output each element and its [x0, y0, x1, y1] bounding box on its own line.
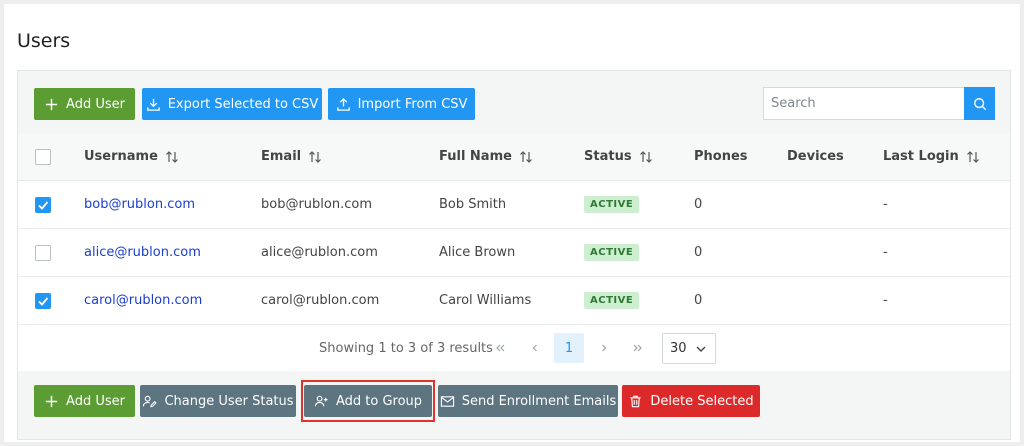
header-last-login[interactable]: Last Login	[883, 133, 980, 180]
add-user-label: Add User	[66, 393, 125, 409]
add-user-button-top[interactable]: Add User	[34, 88, 135, 120]
chevron-down-icon	[696, 346, 706, 352]
status-badge: ACTIVE	[584, 244, 640, 261]
users-table: Username Email Full Name Status Phones D…	[18, 133, 1010, 325]
mail-icon	[440, 395, 454, 407]
next-page-button[interactable]	[589, 333, 619, 363]
header-status-label: Status	[584, 149, 632, 164]
sort-icon	[639, 150, 653, 164]
trash-icon	[630, 395, 642, 407]
upload-icon	[336, 97, 350, 111]
select-all-cell	[35, 133, 51, 180]
header-email[interactable]: Email	[261, 133, 322, 180]
export-csv-label: Export Selected to CSV	[167, 96, 319, 112]
highlight-box	[301, 380, 435, 422]
sort-icon	[308, 150, 322, 164]
email-cell: bob@rublon.com	[261, 197, 372, 212]
phones-cell: 0	[694, 197, 703, 212]
email-cell: alice@rublon.com	[261, 245, 378, 260]
first-page-button[interactable]	[485, 333, 515, 363]
header-phones: Phones	[694, 133, 748, 180]
pagination: Showing 1 to 3 of 3 results 1 30	[18, 325, 1010, 371]
search-box	[763, 87, 995, 120]
search-input[interactable]	[763, 87, 964, 120]
import-csv-label: Import From CSV	[357, 96, 468, 112]
header-full-name[interactable]: Full Name	[439, 133, 533, 180]
header-username[interactable]: Username	[84, 133, 179, 180]
page-size-select[interactable]: 30	[662, 333, 716, 364]
import-csv-button[interactable]: Import From CSV	[328, 88, 475, 120]
users-page: Users Add User Export Selected to CSV Im…	[4, 4, 1020, 442]
chevron-right-icon	[602, 344, 607, 352]
last-login-cell: -	[883, 293, 888, 308]
header-devices-label: Devices	[787, 149, 844, 164]
check-icon	[38, 296, 49, 306]
header-last-login-label: Last Login	[883, 149, 959, 164]
row-select-cell	[35, 277, 51, 324]
phones-cell: 0	[694, 293, 703, 308]
phones-cell: 0	[694, 245, 703, 260]
full-name-cell: Alice Brown	[439, 245, 516, 260]
table-row: carol@rublon.com carol@rublon.com Carol …	[18, 277, 1010, 325]
send-enrollment-emails-label: Send Enrollment Emails	[461, 393, 617, 409]
export-csv-button[interactable]: Export Selected to CSV	[142, 88, 322, 120]
delete-selected-label: Delete Selected	[650, 393, 754, 409]
users-panel: Add User Export Selected to CSV Import F…	[17, 70, 1011, 440]
row-checkbox[interactable]	[35, 292, 51, 309]
pagination-info: Showing 1 to 3 of 3 results	[319, 341, 493, 356]
prev-page-button[interactable]	[520, 333, 550, 363]
full-name-cell: Carol Williams	[439, 293, 532, 308]
change-user-status-label: Change User Status	[164, 393, 294, 409]
search-icon	[973, 97, 986, 110]
sort-icon	[966, 150, 980, 164]
last-login-cell: -	[883, 245, 888, 260]
add-user-label: Add User	[66, 96, 125, 112]
double-chevron-left-icon	[496, 344, 505, 352]
page-number-button[interactable]: 1	[554, 333, 584, 363]
select-all-checkbox[interactable]	[35, 148, 51, 165]
username-link[interactable]: alice@rublon.com	[84, 245, 201, 260]
header-devices: Devices	[787, 133, 844, 180]
username-link[interactable]: carol@rublon.com	[84, 293, 202, 308]
sort-icon	[165, 150, 179, 164]
sort-icon	[519, 150, 533, 164]
add-user-button-bottom[interactable]: Add User	[34, 385, 135, 417]
full-name-cell: Bob Smith	[439, 197, 507, 212]
page-title: Users	[17, 30, 71, 52]
row-select-cell	[35, 181, 51, 228]
email-cell: carol@rublon.com	[261, 293, 380, 308]
search-button[interactable]	[964, 87, 995, 120]
header-email-label: Email	[261, 149, 302, 164]
header-full-name-label: Full Name	[439, 149, 512, 164]
plus-icon	[45, 98, 58, 110]
status-badge: ACTIVE	[584, 196, 640, 213]
send-enrollment-emails-button[interactable]: Send Enrollment Emails	[438, 385, 618, 417]
check-icon	[38, 200, 49, 210]
delete-selected-button[interactable]: Delete Selected	[622, 385, 760, 417]
chevron-left-icon	[532, 344, 537, 352]
page-size-value: 30	[670, 341, 687, 356]
table-header: Username Email Full Name Status Phones D…	[18, 133, 1010, 181]
table-row: alice@rublon.com alice@rublon.com Alice …	[18, 229, 1010, 277]
header-status[interactable]: Status	[584, 133, 653, 180]
download-icon	[146, 98, 160, 111]
last-page-button[interactable]	[623, 333, 653, 363]
row-select-cell	[35, 229, 51, 276]
plus-icon	[45, 395, 58, 407]
last-login-cell: -	[883, 197, 888, 212]
status-badge: ACTIVE	[584, 292, 640, 309]
row-checkbox[interactable]	[35, 244, 51, 261]
table-row: bob@rublon.com bob@rublon.com Bob Smith …	[18, 181, 1010, 229]
header-username-label: Username	[84, 149, 158, 164]
header-phones-label: Phones	[694, 149, 748, 164]
row-checkbox[interactable]	[35, 196, 51, 213]
username-link[interactable]: bob@rublon.com	[84, 197, 195, 212]
user-edit-icon	[143, 395, 158, 407]
double-chevron-right-icon	[633, 344, 642, 352]
change-user-status-button[interactable]: Change User Status	[140, 385, 296, 417]
